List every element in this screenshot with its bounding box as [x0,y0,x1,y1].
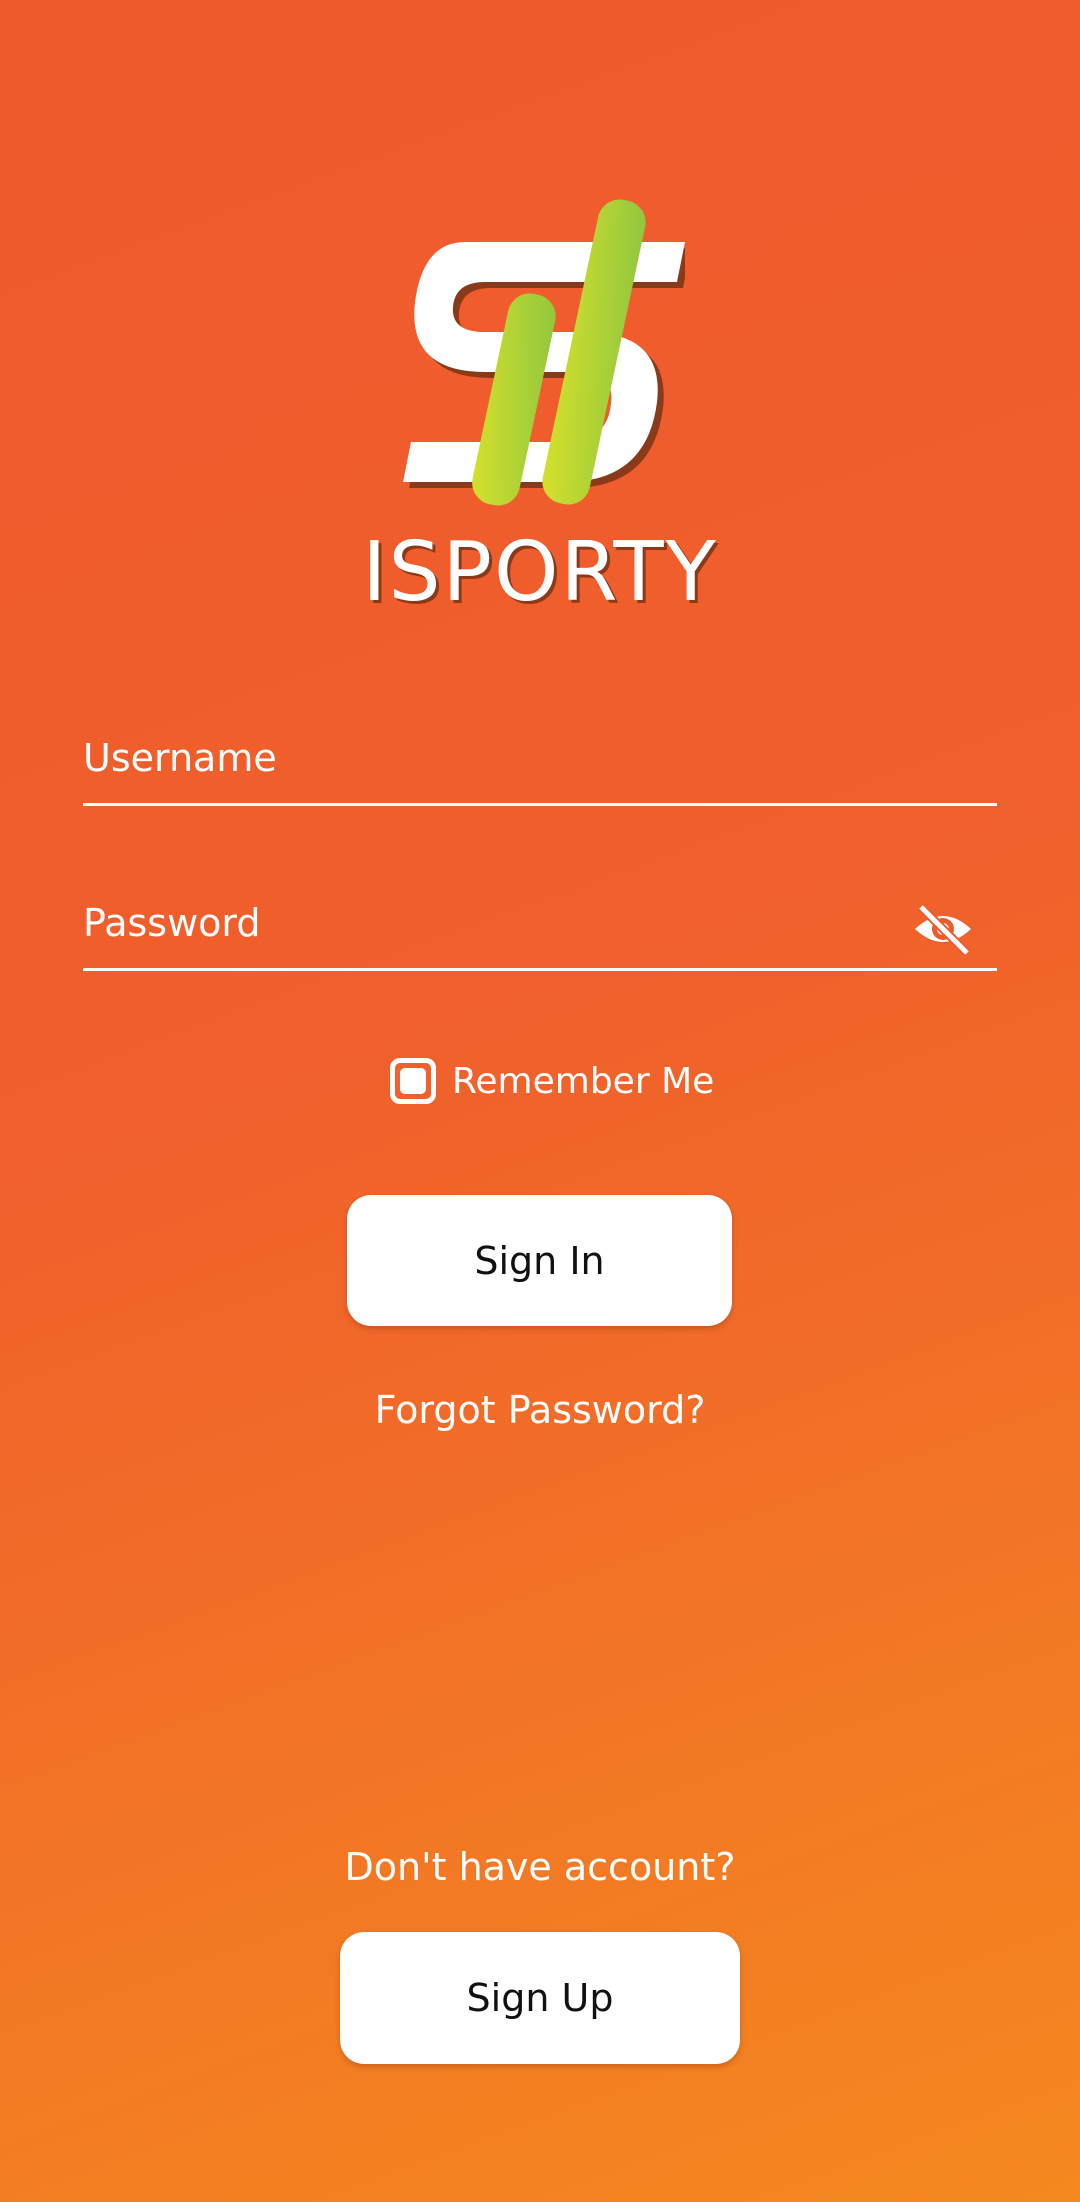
sign-in-label: Sign In [474,1238,605,1283]
checkbox-fill [400,1068,426,1094]
eye-off-icon[interactable] [911,901,975,957]
sign-up-label: Sign Up [466,1976,614,2020]
sign-in-button[interactable]: Sign In [347,1195,732,1326]
username-field[interactable]: Username [83,730,997,806]
remember-me-label: Remember Me [452,1060,715,1102]
forgot-password-link[interactable]: Forgot Password? [0,1388,1080,1432]
isporty-logo-mark [403,199,685,506]
username-placeholder: Username [83,736,277,780]
sign-up-button[interactable]: Sign Up [340,1932,740,2064]
signup-prompt: Don't have account? [344,1845,736,1889]
remember-me-checkbox[interactable] [390,1058,436,1104]
password-placeholder: Password [83,901,261,945]
remember-me[interactable]: Remember Me [390,1053,714,1109]
password-field[interactable]: Password [83,895,997,971]
brand-name: ISPORTY [362,525,718,620]
logo: ISPORTY [0,180,1080,620]
